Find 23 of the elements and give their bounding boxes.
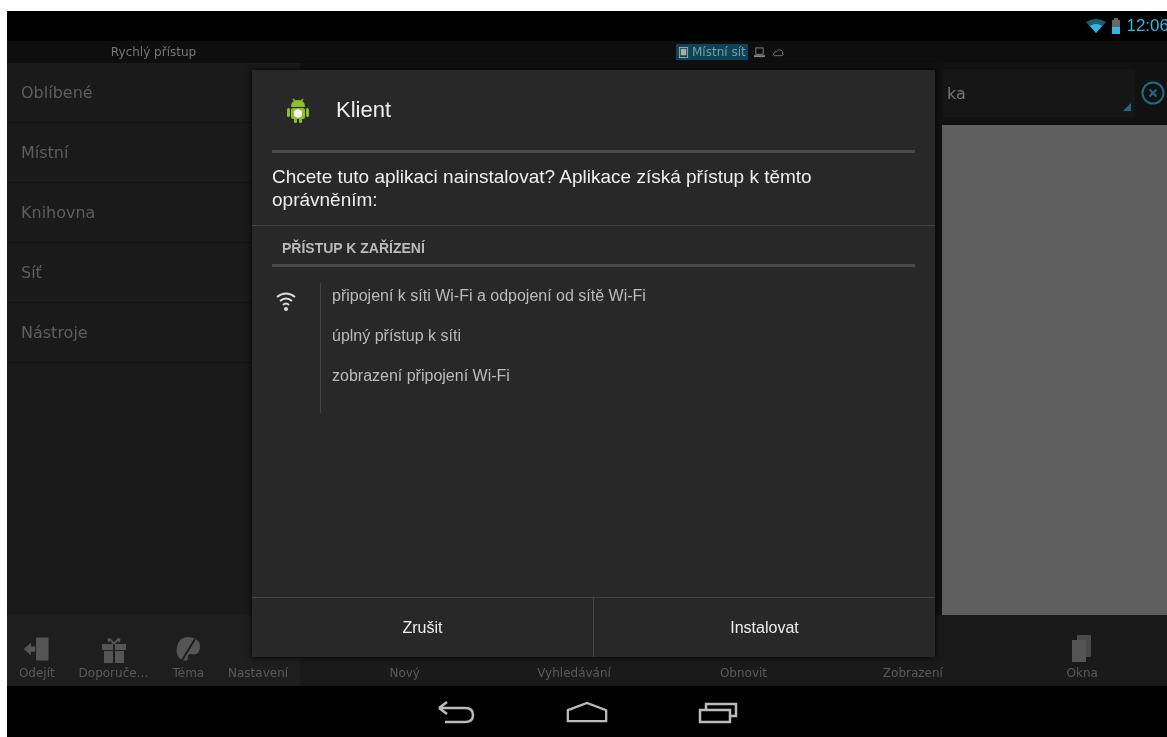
android-icon bbox=[286, 97, 310, 123]
permission-item: úplný přístup k síti bbox=[332, 326, 462, 346]
location-tab[interactable]: Místní sít bbox=[676, 44, 748, 60]
dialog-button[interactable]: Zrušit bbox=[252, 598, 593, 657]
close-icon[interactable] bbox=[1141, 81, 1165, 105]
battery-icon bbox=[1112, 18, 1121, 34]
toolbar-button[interactable]: Odejít bbox=[18, 615, 55, 686]
cloud-icon bbox=[772, 46, 784, 58]
permission-item: zobrazení připojení Wi-Fi bbox=[332, 366, 511, 386]
toolbar-button[interactable]: Téma bbox=[172, 615, 205, 686]
dialog-title: Klient bbox=[336, 97, 392, 123]
computer-icon bbox=[753, 46, 765, 58]
path-field[interactable]: ka bbox=[943, 69, 1135, 117]
wifi-icon bbox=[276, 291, 296, 311]
tablet-icon bbox=[678, 46, 689, 58]
panel-title: Rychlý přístup bbox=[110, 45, 197, 59]
permission-item: připojení k síti Wi-Fi a odpojení od sítě Wi-Fi bbox=[332, 286, 646, 306]
location-tab[interactable] bbox=[751, 45, 767, 59]
toolbar-button[interactable]: Okna bbox=[1027, 615, 1138, 686]
dialog-button[interactable]: Instalovat bbox=[593, 598, 935, 657]
toolbar-button[interactable]: Doporuče… bbox=[78, 615, 149, 686]
wifi-icon bbox=[1086, 19, 1107, 33]
home-icon[interactable] bbox=[566, 699, 608, 724]
